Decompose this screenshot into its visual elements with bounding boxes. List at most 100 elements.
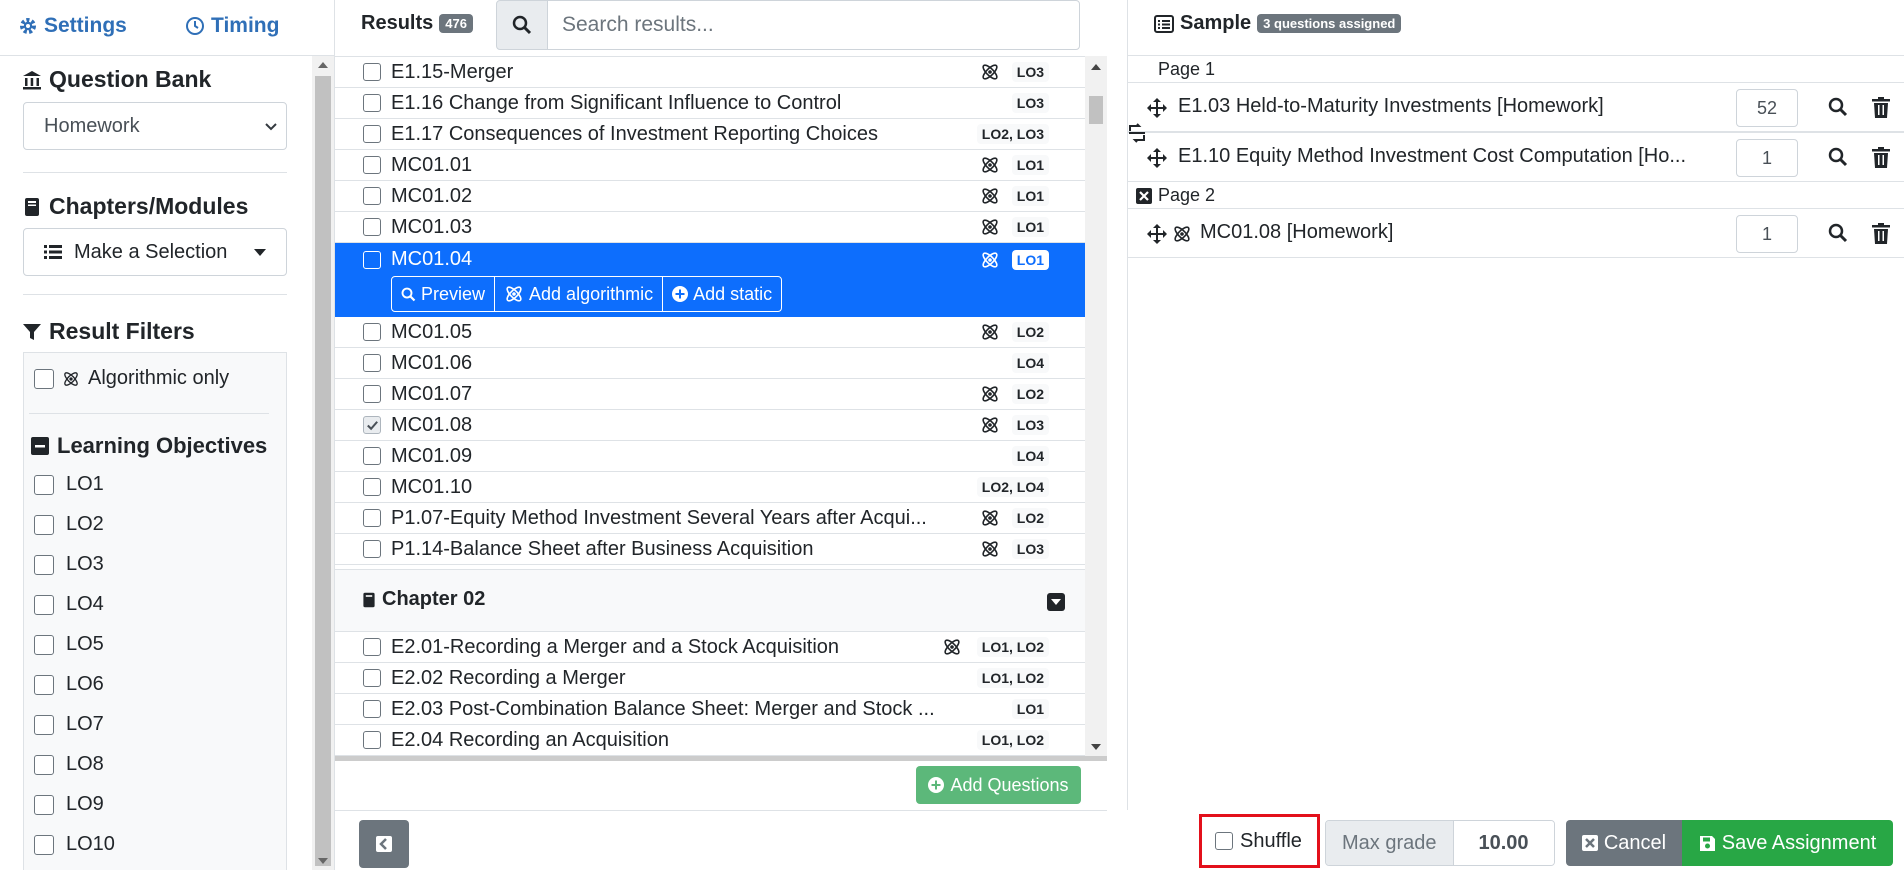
tab-settings[interactable]: Settings: [18, 10, 127, 42]
result-row[interactable]: MC01.10 LO2, LO4: [335, 472, 1085, 503]
result-row[interactable]: MC01.02 LO1: [335, 181, 1085, 212]
move-icon[interactable]: [1146, 147, 1168, 169]
result-row[interactable]: MC01.05 LO2: [335, 317, 1085, 348]
result-checkbox[interactable]: [363, 94, 381, 112]
scroll-up-arrow-icon[interactable]: [318, 62, 328, 68]
lo-checkbox[interactable]: [34, 714, 54, 735]
trash-icon[interactable]: [1872, 147, 1890, 168]
scroll-down-arrow-icon[interactable]: [1091, 744, 1101, 750]
split-page-icon[interactable]: [1127, 122, 1147, 144]
search-icon[interactable]: [1828, 223, 1848, 243]
horizontal-scrollbar[interactable]: [335, 756, 1107, 761]
scroll-up-arrow-icon[interactable]: [1091, 64, 1101, 70]
lo-filter-lo4[interactable]: LO4: [34, 593, 104, 616]
result-row[interactable]: E2.02 Recording a Merger LO1, LO2: [335, 663, 1085, 694]
lo-checkbox[interactable]: [34, 514, 54, 535]
result-row[interactable]: E2.01-Recording a Merger and a Stock Acq…: [335, 632, 1085, 663]
lo-checkbox[interactable]: [34, 754, 54, 775]
lo-filter-lo9[interactable]: LO9: [34, 793, 104, 816]
scroll-down-arrow-icon[interactable]: [318, 858, 328, 864]
sidebar-scrollbar[interactable]: [312, 56, 334, 870]
result-checkbox[interactable]: [363, 478, 381, 496]
cancel-button[interactable]: Cancel: [1566, 820, 1682, 866]
remove-page-icon[interactable]: [1136, 187, 1152, 204]
collapse-sidebar-button[interactable]: [359, 820, 409, 868]
shuffle-checkbox[interactable]: [1215, 832, 1233, 850]
algorithmic-only-filter[interactable]: Algorithmic only: [34, 367, 229, 390]
result-row[interactable]: P1.14-Balance Sheet after Business Acqui…: [335, 534, 1085, 565]
lo-filter-lo8[interactable]: LO8: [34, 753, 104, 776]
lo-checkbox[interactable]: [34, 834, 54, 855]
result-checkbox[interactable]: [363, 385, 381, 403]
points-input[interactable]: 1: [1736, 215, 1798, 253]
result-checkbox[interactable]: [363, 251, 381, 269]
question-bank-select[interactable]: Homework: [23, 102, 287, 150]
result-row[interactable]: MC01.03 LO1: [335, 212, 1085, 243]
result-checkbox[interactable]: [363, 509, 381, 527]
result-row[interactable]: E2.04 Recording an Acquisition LO1, LO2: [335, 725, 1085, 756]
lo-checkbox[interactable]: [34, 554, 54, 575]
shuffle-toggle[interactable]: Shuffle: [1199, 814, 1320, 868]
result-row[interactable]: E1.15-Merger LO3: [335, 57, 1085, 88]
lo-filter-lo6[interactable]: LO6: [34, 673, 104, 696]
chapter-header[interactable]: Chapter 02: [335, 569, 1085, 632]
result-row-selected[interactable]: MC01.04 LO1 Preview Add algorithmic Add stat…: [335, 243, 1085, 317]
assigned-question-row[interactable]: E1.10 Equity Method Investment Cost Comp…: [1128, 132, 1904, 182]
trash-icon[interactable]: [1872, 97, 1890, 118]
result-row[interactable]: MC01.06 LO4: [335, 348, 1085, 379]
lo-checkbox[interactable]: [34, 474, 54, 495]
search-icon[interactable]: [1828, 97, 1848, 117]
result-checkbox[interactable]: [363, 700, 381, 718]
result-checkbox[interactable]: [363, 187, 381, 205]
add-static-button[interactable]: Add static: [663, 277, 781, 311]
chapters-select-button[interactable]: Make a Selection: [23, 228, 287, 276]
algorithmic-only-checkbox[interactable]: [34, 368, 54, 389]
result-checkbox[interactable]: [363, 638, 381, 656]
save-assignment-button[interactable]: Save Assignment: [1682, 820, 1893, 866]
result-row[interactable]: MC01.09 LO4: [335, 441, 1085, 472]
search-icon[interactable]: [1828, 147, 1848, 167]
move-icon[interactable]: [1146, 97, 1168, 119]
lo-filter-lo1[interactable]: LO1: [34, 473, 104, 496]
result-checkbox[interactable]: [363, 323, 381, 341]
max-grade-input[interactable]: 10.00: [1453, 821, 1554, 865]
tab-timing[interactable]: Timing: [185, 10, 279, 42]
result-checkbox[interactable]: [363, 63, 381, 81]
lo-checkbox[interactable]: [34, 634, 54, 655]
lo-checkbox[interactable]: [34, 674, 54, 695]
chapter-collapse-toggle[interactable]: [1047, 593, 1065, 611]
add-algorithmic-button[interactable]: Add algorithmic: [495, 277, 664, 311]
result-row[interactable]: E1.17 Consequences of Investment Reporti…: [335, 119, 1085, 150]
result-checkbox[interactable]: [363, 354, 381, 372]
result-row[interactable]: E2.03 Post-Combination Balance Sheet: Me…: [335, 694, 1085, 725]
search-button[interactable]: [496, 0, 548, 50]
trash-icon[interactable]: [1872, 223, 1890, 244]
result-row[interactable]: P1.07-Equity Method Investment Several Y…: [335, 503, 1085, 534]
lo-filter-lo5[interactable]: LO5: [34, 633, 104, 656]
move-icon[interactable]: [1146, 223, 1168, 245]
scroll-thumb[interactable]: [315, 76, 331, 866]
scroll-thumb[interactable]: [1089, 96, 1103, 124]
points-input[interactable]: 1: [1736, 139, 1798, 177]
result-checkbox[interactable]: [363, 447, 381, 465]
result-checkbox[interactable]: [363, 218, 381, 236]
results-scrollbar[interactable]: [1085, 56, 1107, 756]
lo-filter-lo3[interactable]: LO3: [34, 553, 104, 576]
result-checkbox[interactable]: [363, 156, 381, 174]
lo-filter-lo7[interactable]: LO7: [34, 713, 104, 736]
result-checkbox[interactable]: [363, 669, 381, 687]
lo-checkbox[interactable]: [34, 594, 54, 615]
assigned-question-row[interactable]: E1.03 Held-to-Maturity Investments [Home…: [1128, 82, 1904, 132]
points-input[interactable]: 52: [1736, 89, 1798, 127]
result-row[interactable]: MC01.01 LO1: [335, 150, 1085, 181]
search-input[interactable]: [547, 0, 1080, 50]
lo-checkbox[interactable]: [34, 794, 54, 815]
result-checkbox[interactable]: [363, 540, 381, 558]
lo-filter-lo2[interactable]: LO2: [34, 513, 104, 536]
result-row[interactable]: E1.16 Change from Significant Influence …: [335, 88, 1085, 119]
preview-button[interactable]: Preview: [392, 277, 496, 311]
add-questions-button[interactable]: Add Questions: [916, 766, 1081, 804]
result-row[interactable]: MC01.07 LO2: [335, 379, 1085, 410]
result-checkbox[interactable]: [363, 731, 381, 749]
learning-objectives-heading[interactable]: Learning Objectives: [30, 433, 267, 459]
